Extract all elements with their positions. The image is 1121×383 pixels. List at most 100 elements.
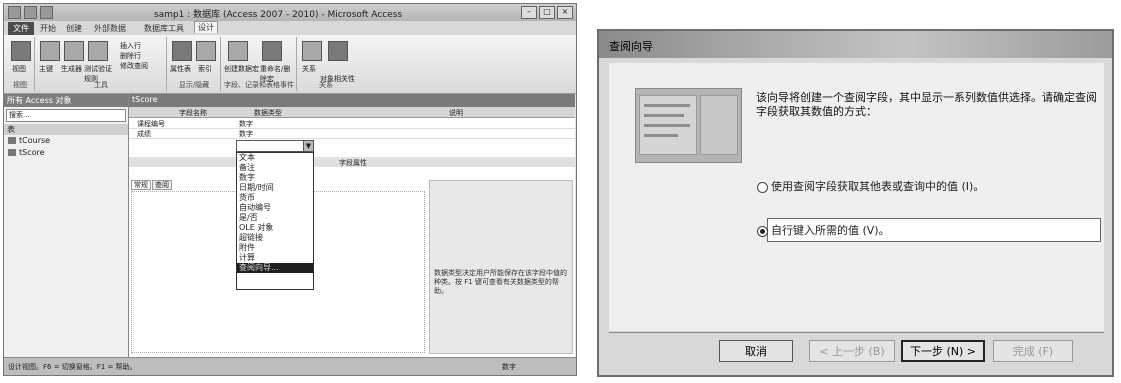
property-sheet-label[interactable]: 属性表 <box>170 64 191 74</box>
data-type-dropdown[interactable]: 文本 备注 数字 日期/时间 货币 自动编号 是/否 OLE 对象 超链接 附件… <box>236 152 314 290</box>
dropdown-option[interactable]: 文本 <box>237 153 313 163</box>
close-button[interactable]: × <box>557 6 573 19</box>
maximize-button[interactable]: □ <box>539 6 555 19</box>
modify-lookups-button[interactable]: 修改查阅 <box>120 61 148 71</box>
chevron-down-icon[interactable]: ▼ <box>303 141 313 151</box>
option-type-values[interactable]: 自行键入所需的值 (V)。 <box>757 222 890 238</box>
title-bar: samp1 : 数据库 (Access 2007 - 2010) - Micro… <box>4 4 576 22</box>
builder-label[interactable]: 生成器 <box>61 64 82 74</box>
dropdown-option-selected[interactable]: 查阅向导... <box>237 263 313 273</box>
radio-button-selected[interactable] <box>757 225 768 237</box>
column-data-type: 数据类型 <box>254 109 282 117</box>
status-num: 数字 <box>502 363 516 371</box>
next-button[interactable]: 下一步 (N) > <box>901 340 985 362</box>
save-icon[interactable] <box>24 6 37 19</box>
insert-rows-button[interactable]: 插入行 <box>120 41 141 51</box>
tab-home[interactable]: 开始 <box>40 23 56 34</box>
help-panel: 数据类型决定用户所能保存在该字段中值的种类。按 F1 键可查看有关数据类型的帮助… <box>429 180 573 354</box>
column-description: 说明 <box>449 109 463 117</box>
tab-file[interactable]: 文件 <box>8 22 34 35</box>
data-type-combobox[interactable]: ▼ <box>236 140 314 152</box>
relationships-label[interactable]: 关系 <box>302 64 316 74</box>
nav-item-tcourse[interactable]: tCourse <box>4 135 128 147</box>
nav-item-label: tScore <box>19 148 45 157</box>
table-row[interactable]: 成绩 数字 <box>129 129 575 139</box>
nav-group-tables[interactable]: 表 <box>4 124 128 135</box>
wizard-illustration-icon <box>635 88 742 163</box>
table-icon <box>8 149 16 156</box>
column-field-name: 字段名称 <box>179 109 207 117</box>
dropdown-option[interactable]: 超链接 <box>237 233 313 243</box>
delete-rows-button[interactable]: 删除行 <box>120 51 141 61</box>
view-button-label[interactable]: 视图 <box>12 64 26 74</box>
tab-database-tools[interactable]: 数据库工具 <box>144 23 184 34</box>
primary-key-label[interactable]: 主键 <box>39 64 53 74</box>
ribbon: 视图 视图 主键 生成器 测试验证规则 插入行 删除行 修改查阅 工具 属性表 … <box>4 35 576 94</box>
divider <box>609 332 1104 333</box>
data-type-cell[interactable]: 数字 <box>239 129 253 139</box>
create-macro-icon[interactable] <box>228 41 248 61</box>
help-text: 数据类型决定用户所能保存在该字段中值的种类。按 F1 键可查看有关数据类型的帮助… <box>434 269 567 295</box>
tab-external-data[interactable]: 外部数据 <box>94 23 126 34</box>
dropdown-option[interactable]: 自动编号 <box>237 203 313 213</box>
group-label-events: 字段、记录和表格事件 <box>224 81 294 89</box>
dropdown-option[interactable]: 货币 <box>237 193 313 203</box>
indexes-icon[interactable] <box>196 41 216 61</box>
option-type-values-label[interactable]: 自行键入所需的值 (V)。 <box>771 224 890 237</box>
ribbon-group-relationships: 关系 对象相关性 关系 <box>298 37 355 91</box>
access-logo-icon <box>8 6 21 19</box>
minimize-button[interactable]: – <box>521 6 537 19</box>
primary-key-icon[interactable] <box>40 41 60 61</box>
nav-search-input[interactable]: 搜索... <box>6 109 126 122</box>
tab-general[interactable]: 常规 <box>131 180 151 190</box>
dependencies-icon[interactable] <box>328 41 348 61</box>
dropdown-option[interactable]: 附件 <box>237 243 313 253</box>
table-row[interactable]: 课程编号 数字 <box>129 119 575 129</box>
field-name-cell[interactable]: 成绩 <box>137 129 151 139</box>
undo-icon[interactable] <box>40 6 53 19</box>
create-macro-label[interactable]: 创建数据宏 <box>224 64 259 74</box>
document-tab[interactable]: tScore <box>129 94 575 107</box>
field-properties-header: 字段属性 <box>129 157 575 167</box>
finish-button[interactable]: 完成 (F) <box>993 340 1073 362</box>
tab-create[interactable]: 创建 <box>66 23 82 34</box>
dropdown-option[interactable]: 计算 <box>237 253 313 263</box>
cancel-button[interactable]: 取消 <box>719 340 793 362</box>
dropdown-option[interactable]: OLE 对象 <box>237 223 313 233</box>
dropdown-option[interactable]: 数字 <box>237 173 313 183</box>
view-icon[interactable] <box>11 41 31 61</box>
radio-button[interactable] <box>757 181 768 193</box>
nav-header[interactable]: 所有 Access 对象 <box>4 94 128 107</box>
option-lookup-table[interactable]: 使用查阅字段获取其他表或查询中的值 (I)。 <box>757 178 984 194</box>
relationships-icon[interactable] <box>302 41 322 61</box>
data-type-cell[interactable]: 数字 <box>239 119 253 129</box>
group-label-show-hide: 显示/隐藏 <box>178 81 210 89</box>
nav-item-label: tCourse <box>19 136 51 145</box>
indexes-label[interactable]: 索引 <box>198 64 212 74</box>
rename-macro-icon[interactable] <box>262 41 282 61</box>
tab-lookup[interactable]: 查阅 <box>152 180 172 190</box>
dropdown-option[interactable]: 备注 <box>237 163 313 173</box>
dropdown-option[interactable]: 日期/时间 <box>237 183 313 193</box>
field-name-cell[interactable]: 课程编号 <box>137 119 165 129</box>
tab-design[interactable]: 设计 <box>194 21 218 33</box>
ribbon-group-views: 视图 视图 <box>6 37 35 91</box>
group-label-relationships: 关系 <box>319 81 333 89</box>
group-label-tools: 工具 <box>94 81 108 89</box>
illustration-line <box>644 114 684 117</box>
nav-item-tscore[interactable]: tScore <box>4 147 128 159</box>
illustration-line <box>644 134 678 137</box>
illustration-side <box>700 95 738 155</box>
ribbon-tabs: 文件 开始 创建 外部数据 数据库工具 设计 <box>4 21 576 35</box>
group-label-views: 视图 <box>13 81 27 89</box>
illustration-line <box>644 104 690 107</box>
dropdown-option[interactable]: 是/否 <box>237 213 313 223</box>
status-bar: 设计视图。F6 = 切换窗格。F1 = 帮助。 数字 <box>4 357 576 375</box>
wizard-description: 该向导将创建一个查阅字段，其中显示一系列数值供选择。请确定查阅字段获取其数值的方… <box>756 91 1097 118</box>
back-button[interactable]: < 上一步 (B) <box>809 340 895 362</box>
test-rules-icon[interactable] <box>88 41 108 61</box>
property-sheet-icon[interactable] <box>172 41 192 61</box>
lookup-wizard-dialog: 查阅向导 该向导将创建一个查阅字段，其中显示一系列数值供选择。请确定查阅字段获取… <box>597 29 1114 377</box>
option-lookup-table-label[interactable]: 使用查阅字段获取其他表或查询中的值 (I)。 <box>771 180 984 193</box>
builder-icon[interactable] <box>64 41 84 61</box>
